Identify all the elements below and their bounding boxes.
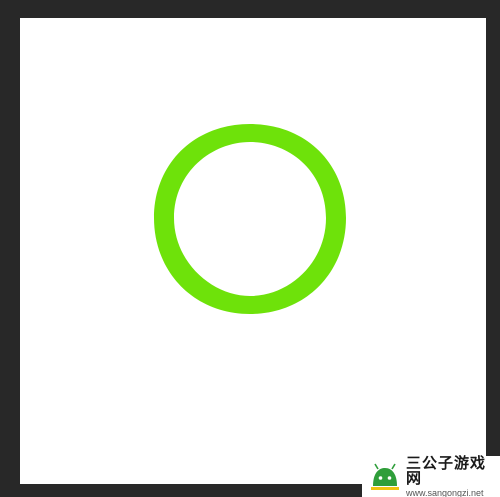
watermark-title: 三公子游戏网 <box>406 453 487 487</box>
watermark-url: www.sangongzi.net <box>406 487 484 497</box>
ring-icon[interactable] <box>0 0 500 497</box>
site-watermark: 三公子游戏网 www.sangongzi.net <box>362 453 500 497</box>
editor-workspace: 三公子游戏网 www.sangongzi.net <box>0 0 500 497</box>
green-ring-shape <box>154 124 346 314</box>
android-logo-icon <box>369 460 401 493</box>
